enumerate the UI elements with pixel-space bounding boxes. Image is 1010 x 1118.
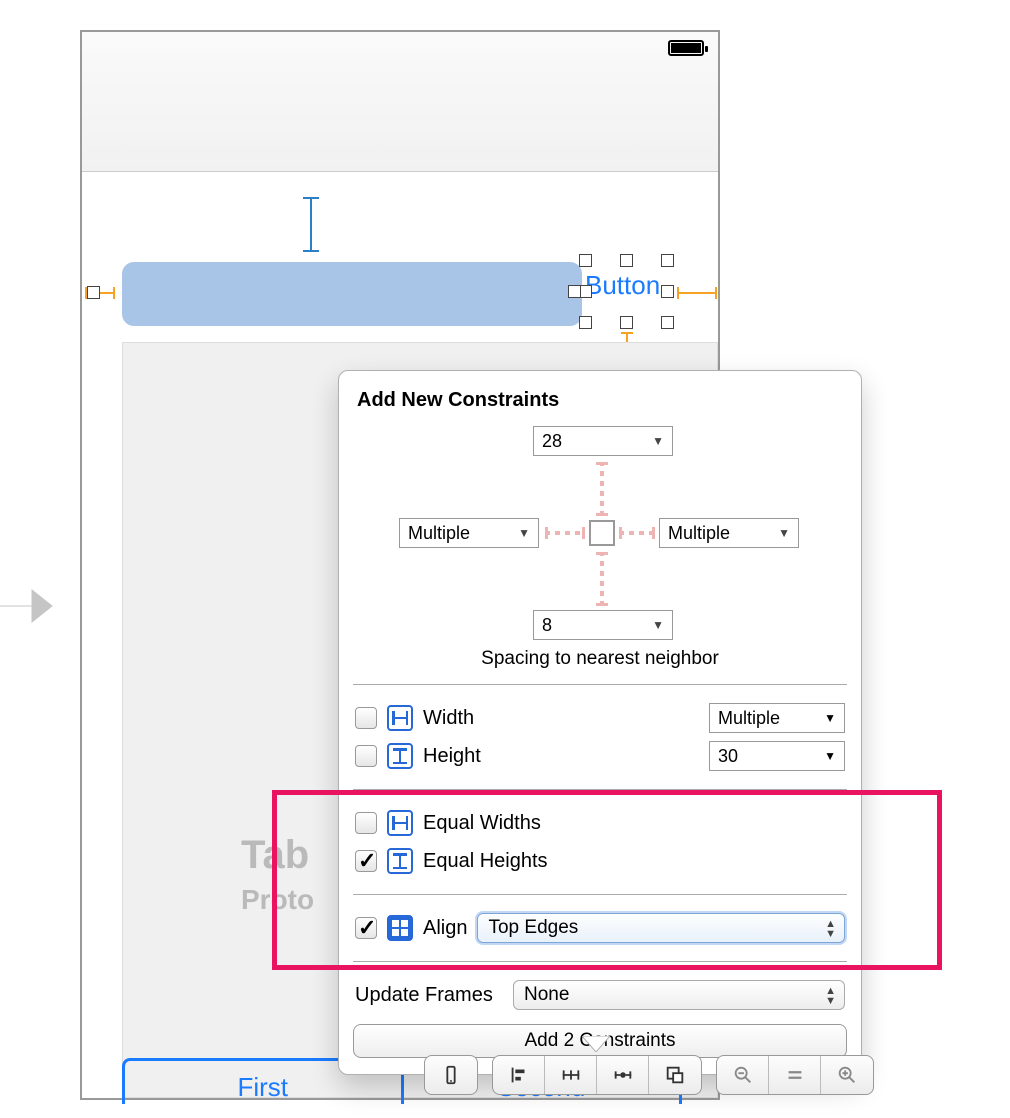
selection-handle[interactable] xyxy=(579,254,592,267)
spacing-bottom-strut[interactable] xyxy=(600,552,604,606)
spacing-right-field[interactable]: Multiple▼ xyxy=(659,518,799,548)
equal-heights-row: Equal Heights xyxy=(353,842,847,880)
width-checkbox[interactable] xyxy=(355,707,377,729)
height-checkbox[interactable] xyxy=(355,745,377,767)
equal-heights-checkbox[interactable] xyxy=(355,850,377,872)
resolve-tool-button[interactable] xyxy=(597,1056,649,1094)
align-row: Align Top Edges ▲▼ xyxy=(353,909,847,947)
device-group xyxy=(424,1055,478,1095)
device-config-button[interactable] xyxy=(425,1056,477,1094)
equal-heights-icon xyxy=(387,848,413,874)
caller-arrow xyxy=(0,582,54,630)
divider xyxy=(353,684,847,685)
zoom-actual-button[interactable] xyxy=(769,1056,821,1094)
spacing-top-field[interactable]: 28▼ xyxy=(533,426,673,456)
canvas-bottom-toolbar xyxy=(424,1055,874,1095)
align-tool-button[interactable] xyxy=(493,1056,545,1094)
layout-tools-group xyxy=(492,1055,702,1095)
update-frames-dropdown[interactable]: None ▲▼ xyxy=(513,980,845,1010)
battery-full-icon xyxy=(668,40,704,56)
width-icon xyxy=(387,705,413,731)
spacing-diagram: 28▼ 8▼ Multiple▼ Multiple▼ xyxy=(353,426,847,644)
status-bar xyxy=(82,32,718,172)
popover-title: Add New Constraints xyxy=(357,389,847,412)
spacing-right-strut[interactable] xyxy=(619,531,655,535)
align-checkbox[interactable] xyxy=(355,917,377,939)
spacing-bottom-field[interactable]: 8▼ xyxy=(533,610,673,640)
selection-handle[interactable] xyxy=(579,316,592,329)
align-icon xyxy=(387,915,413,941)
popover-arrow-icon xyxy=(582,1036,610,1052)
search-field-view[interactable] xyxy=(122,262,582,326)
selection-handle[interactable] xyxy=(568,285,581,298)
zoom-in-button[interactable] xyxy=(821,1056,873,1094)
spacing-top-strut[interactable] xyxy=(600,462,604,516)
top-constraint-guide xyxy=(310,197,312,252)
canvas-button[interactable]: Button xyxy=(585,270,660,301)
selection-handle[interactable] xyxy=(661,285,674,298)
equal-heights-label: Equal Heights xyxy=(423,850,548,873)
height-constraint-row: Height 30▼ xyxy=(353,737,847,775)
spacing-caption: Spacing to nearest neighbor xyxy=(353,648,847,670)
add-constraints-popover[interactable]: Add New Constraints 28▼ 8▼ Multiple▼ Mul… xyxy=(338,370,862,1075)
height-value-field[interactable]: 30▼ xyxy=(709,741,845,771)
spacing-center-icon xyxy=(589,520,615,546)
selection-handle[interactable] xyxy=(661,316,674,329)
selection-handle[interactable] xyxy=(620,316,633,329)
height-label: Height xyxy=(423,745,481,768)
width-constraint-row: Width Multiple▼ xyxy=(353,699,847,737)
selection-handle[interactable] xyxy=(661,254,674,267)
divider xyxy=(353,894,847,895)
align-dropdown[interactable]: Top Edges ▲▼ xyxy=(477,913,845,943)
selection-handle[interactable] xyxy=(87,286,100,299)
update-frames-label: Update Frames xyxy=(355,984,503,1007)
selection-handle[interactable] xyxy=(620,254,633,267)
align-label: Align xyxy=(423,917,467,940)
zoom-group xyxy=(716,1055,874,1095)
equal-widths-label: Equal Widths xyxy=(423,812,541,835)
spacing-left-strut[interactable] xyxy=(545,531,585,535)
height-icon xyxy=(387,743,413,769)
update-frames-row: Update Frames None ▲▼ xyxy=(353,976,847,1014)
width-label: Width xyxy=(423,707,474,730)
equal-widths-icon xyxy=(387,810,413,836)
width-value-field[interactable]: Multiple▼ xyxy=(709,703,845,733)
equal-widths-checkbox[interactable] xyxy=(355,812,377,834)
zoom-out-button[interactable] xyxy=(717,1056,769,1094)
divider xyxy=(353,789,847,790)
trailing-space-indicator xyxy=(677,292,717,294)
placeholder-text: Tab Proto xyxy=(241,833,314,916)
pin-tool-button[interactable] xyxy=(545,1056,597,1094)
equal-widths-row: Equal Widths xyxy=(353,804,847,842)
spacing-left-field[interactable]: Multiple▼ xyxy=(399,518,539,548)
divider xyxy=(353,961,847,962)
resizing-tool-button[interactable] xyxy=(649,1056,701,1094)
